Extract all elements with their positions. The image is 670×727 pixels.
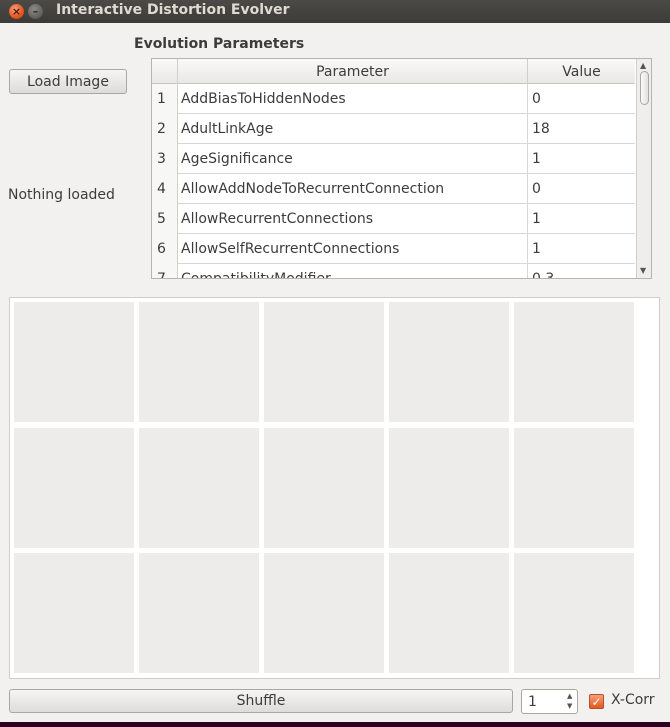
parameters-table[interactable]: Parameter Value 1 AddBiasToHiddenNodes 0…	[151, 58, 652, 279]
scrollbar-thumb[interactable]	[640, 71, 649, 105]
image-tile[interactable]	[514, 553, 634, 673]
minimize-icon: –	[32, 5, 39, 18]
parameter-value-cell[interactable]: 1	[528, 204, 635, 234]
chevron-up-icon[interactable]: ▲	[640, 62, 646, 70]
parameter-name-cell[interactable]: AllowAddNodeToRecurrentConnection	[178, 174, 528, 204]
minimize-button[interactable]: –	[28, 4, 43, 19]
table-header: Parameter Value	[152, 59, 635, 84]
load-image-button[interactable]: Load Image	[9, 69, 127, 94]
column-header-parameter[interactable]: Parameter	[178, 59, 528, 84]
checkmark-icon: ✓	[591, 694, 602, 709]
parameter-name-cell[interactable]: CompatibilityModifier	[178, 264, 528, 278]
table-row[interactable]: 3 AgeSignificance 1	[152, 144, 635, 174]
parameters-section-title: Evolution Parameters	[134, 36, 305, 52]
image-tile[interactable]	[14, 428, 134, 548]
parameter-value-cell[interactable]: 0.3	[528, 264, 635, 278]
parameter-name-cell[interactable]: AddBiasToHiddenNodes	[178, 84, 528, 114]
parameter-value-cell[interactable]: 1	[528, 234, 635, 264]
parameter-value-cell[interactable]: 1	[528, 144, 635, 174]
table-row[interactable]: 6 AllowSelfRecurrentConnections 1	[152, 234, 635, 264]
image-tile[interactable]	[264, 302, 384, 422]
parameter-name-cell[interactable]: AdultLinkAge	[178, 114, 528, 144]
table-row[interactable]: 1 AddBiasToHiddenNodes 0	[152, 84, 635, 114]
spinbox-buttons[interactable]: ▲ ▼	[564, 690, 578, 713]
row-number[interactable]: 7	[152, 264, 178, 278]
shuffle-button[interactable]: Shuffle	[9, 689, 513, 713]
image-tile[interactable]	[14, 302, 134, 422]
parameter-name-cell[interactable]: AllowRecurrentConnections	[178, 204, 528, 234]
window-title: Interactive Distortion Evolver	[56, 2, 290, 18]
row-number[interactable]: 4	[152, 174, 178, 204]
table-body: 1 AddBiasToHiddenNodes 0 2 AdultLinkAge …	[152, 84, 635, 278]
spin-up-icon[interactable]: ▲	[567, 693, 572, 700]
image-tile[interactable]	[389, 302, 509, 422]
table-row[interactable]: 5 AllowRecurrentConnections 1	[152, 204, 635, 234]
image-grid	[9, 297, 660, 679]
row-number[interactable]: 1	[152, 84, 178, 114]
status-label: Nothing loaded	[8, 187, 115, 203]
spinbox-input[interactable]	[522, 690, 564, 713]
row-number[interactable]: 3	[152, 144, 178, 174]
table-corner[interactable]	[152, 59, 178, 84]
column-header-value[interactable]: Value	[528, 59, 635, 84]
desktop-edge	[0, 722, 670, 727]
image-tile[interactable]	[139, 428, 259, 548]
image-tile[interactable]	[389, 428, 509, 548]
parameter-name-cell[interactable]: AllowSelfRecurrentConnections	[178, 234, 528, 264]
generation-spinbox[interactable]: ▲ ▼	[521, 689, 578, 714]
image-tile[interactable]	[389, 553, 509, 673]
image-tile[interactable]	[514, 302, 634, 422]
parameter-value-cell[interactable]: 18	[528, 114, 635, 144]
image-tile[interactable]	[264, 428, 384, 548]
image-tile[interactable]	[514, 428, 634, 548]
table-row[interactable]: 4 AllowAddNodeToRecurrentConnection 0	[152, 174, 635, 204]
row-number[interactable]: 5	[152, 204, 178, 234]
spin-down-icon[interactable]: ▼	[567, 703, 572, 710]
xcorr-label[interactable]: X-Corr	[611, 692, 655, 708]
image-tile[interactable]	[14, 553, 134, 673]
parameter-value-cell[interactable]: 0	[528, 174, 635, 204]
image-tile[interactable]	[139, 302, 259, 422]
close-button[interactable]: ×	[9, 4, 24, 19]
close-icon: ×	[11, 5, 22, 18]
xcorr-checkbox[interactable]: ✓	[589, 694, 604, 709]
table-row[interactable]: 7 CompatibilityModifier 0.3	[152, 264, 635, 278]
image-tile[interactable]	[264, 553, 384, 673]
parameter-name-cell[interactable]: AgeSignificance	[178, 144, 528, 174]
table-scrollbar[interactable]: ▲ ▼	[636, 59, 651, 278]
chevron-down-icon[interactable]: ▼	[640, 267, 646, 275]
table-row[interactable]: 2 AdultLinkAge 18	[152, 114, 635, 144]
row-number[interactable]: 6	[152, 234, 178, 264]
image-tile[interactable]	[139, 553, 259, 673]
parameter-value-cell[interactable]: 0	[528, 84, 635, 114]
row-number[interactable]: 2	[152, 114, 178, 144]
title-bar: × – Interactive Distortion Evolver	[0, 0, 670, 23]
